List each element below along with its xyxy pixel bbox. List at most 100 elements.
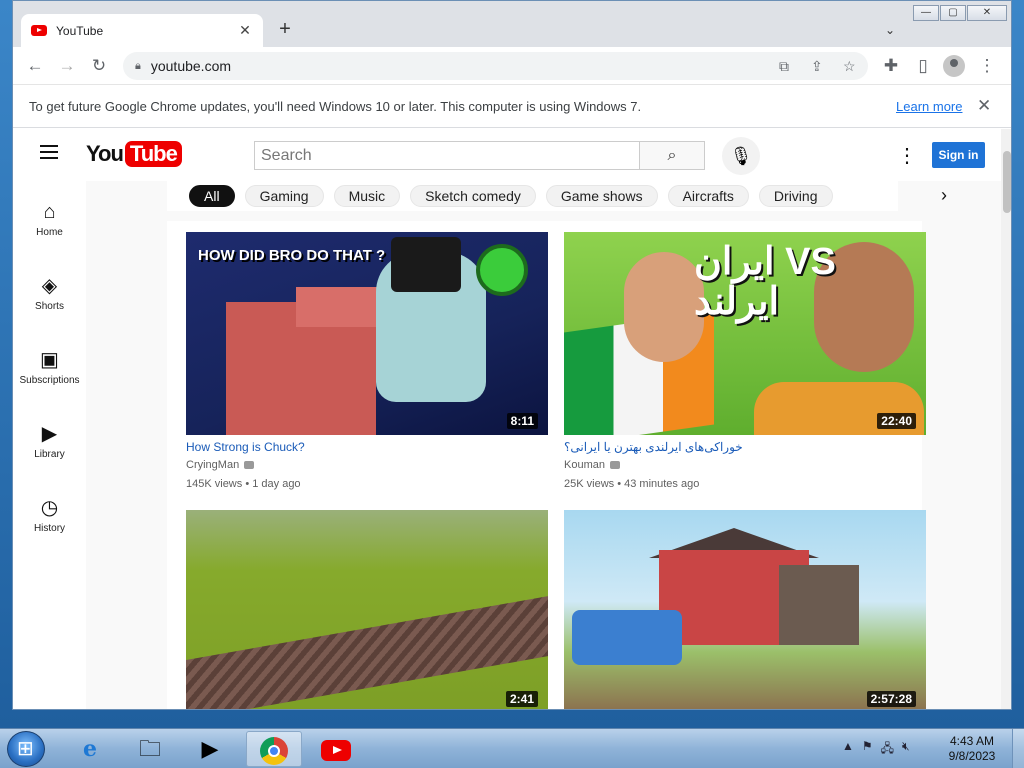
chip-all[interactable]: All	[189, 185, 235, 207]
thumbnail-overlay-text: ایران VS ایرلند	[694, 241, 836, 323]
tab-search-chevron-icon[interactable]: ⌄	[885, 23, 895, 37]
system-tray: ▲ ⚑ 🖧︎ 🔇︎	[842, 739, 918, 760]
video-title[interactable]: How Strong is Chuck?	[186, 440, 548, 454]
show-hidden-icons-chevron-icon[interactable]: ▲	[842, 739, 854, 760]
search-icon: ⌕	[667, 147, 677, 164]
sidebar-item-shorts[interactable]: ◈ Shorts	[13, 255, 86, 327]
hamburger-menu-icon[interactable]	[40, 145, 58, 159]
chip-music[interactable]: Music	[333, 185, 401, 207]
chrome-taskbar-icon[interactable]	[246, 731, 302, 767]
learn-more-link[interactable]: Learn more	[896, 99, 962, 114]
network-icon[interactable]: 🖧︎	[881, 739, 894, 760]
action-center-flag-icon[interactable]: ⚑	[862, 739, 873, 760]
infobar-close-icon[interactable]: ✕	[977, 96, 991, 116]
forward-arrow-icon[interactable]: →	[55, 54, 79, 78]
file-explorer-icon[interactable]: 🗀︎	[122, 731, 178, 767]
chip-gaming[interactable]: Gaming	[244, 185, 324, 207]
settings-menu-icon[interactable]: ⋮	[897, 143, 917, 168]
window-controls: — ▢ ✕	[912, 5, 1007, 21]
channel-name[interactable]: CryingMan	[186, 459, 239, 471]
update-infobar: To get future Google Chrome updates, you…	[13, 86, 1011, 128]
taskbar-clock[interactable]: 4:43 AM 9/8/2023	[944, 734, 1000, 764]
close-window-button[interactable]: ✕	[967, 5, 1007, 21]
youtube-favicon-icon	[31, 25, 47, 36]
channel-name[interactable]: Kouman	[564, 459, 605, 471]
media-player-icon[interactable]: ▶	[182, 731, 238, 767]
video-thumbnail[interactable]: 2:41	[186, 510, 548, 709]
chrome-window: YouTube ✕ + ⌄ — ▢ ✕ ← → ↻ 🔒︎ youtube.com…	[12, 0, 1012, 710]
microphone-icon: 🎙︎	[729, 146, 753, 166]
video-thumbnail[interactable]: 2:57:28	[564, 510, 926, 709]
youtube-taskbar-icon[interactable]	[308, 731, 364, 767]
start-button[interactable]	[7, 731, 45, 767]
internet-explorer-icon[interactable]: e	[62, 731, 118, 767]
view-count: 145K views	[186, 478, 243, 490]
volume-muted-icon[interactable]: 🔇︎	[902, 739, 910, 760]
page-scrollbar[interactable]	[1001, 129, 1011, 709]
sidebar-item-home[interactable]: ⌂ Home	[13, 181, 86, 253]
video-card[interactable]: 2:57:28	[564, 510, 926, 709]
sidebar-item-label: Shorts	[35, 301, 64, 312]
share-icon[interactable]: ⇪	[811, 52, 823, 80]
extensions-puzzle-icon[interactable]: ✚	[879, 54, 903, 78]
video-grid: HOW DID BRO DO THAT ? 8:11 How Strong is…	[167, 221, 926, 709]
chip-sketch-comedy[interactable]: Sketch comedy	[410, 185, 536, 207]
chip-bar: All Gaming Music Sketch comedy Game show…	[167, 181, 947, 211]
chip-driving[interactable]: Driving	[758, 185, 833, 207]
video-card[interactable]: HOW DID BRO DO THAT ? 8:11 How Strong is…	[186, 232, 548, 490]
video-duration: 8:11	[506, 413, 538, 429]
video-thumbnail[interactable]: ایران VS ایرلند 22:40	[564, 232, 926, 435]
logo-tube-text: Tube	[124, 141, 182, 167]
upload-age: 1 day ago	[252, 478, 301, 490]
shorts-icon: ◈	[41, 275, 58, 297]
chrome-menu-icon[interactable]: ⋮	[975, 54, 999, 78]
search-input[interactable]	[254, 141, 640, 170]
side-panel-icon[interactable]: ▯	[911, 54, 935, 78]
sidebar-item-history[interactable]: ◷ History	[13, 477, 86, 549]
chip-aircrafts[interactable]: Aircrafts	[667, 185, 749, 207]
sidebar-item-label: History	[33, 523, 66, 534]
youtube-masthead: You Tube ⌕ 🎙︎ ⋮ Sign in	[13, 129, 1001, 181]
youtube-logo[interactable]: You Tube	[86, 141, 182, 167]
logo-you-text: You	[86, 141, 124, 166]
maximize-button[interactable]: ▢	[940, 5, 966, 21]
profile-avatar[interactable]	[943, 55, 965, 77]
address-bar[interactable]: 🔒︎ youtube.com ⧉ ⇪ ☆	[123, 52, 868, 80]
minimize-button[interactable]: —	[913, 5, 939, 21]
show-desktop-button[interactable]	[1012, 729, 1024, 768]
tab-close-icon[interactable]: ✕	[237, 22, 253, 39]
verified-check-icon	[244, 461, 255, 470]
browser-toolbar: ← → ↻ 🔒︎ youtube.com ⧉ ⇪ ☆ ✚ ▯ ⋮	[13, 47, 1011, 85]
back-arrow-icon[interactable]: ←	[23, 54, 47, 78]
infobar-message: To get future Google Chrome updates, you…	[29, 99, 642, 114]
video-card[interactable]: 2:41	[186, 510, 548, 709]
upload-age: 43 minutes ago	[624, 478, 700, 490]
sidebar-item-subscriptions[interactable]: ▣ Subscriptions	[13, 329, 86, 401]
search-button[interactable]: ⌕	[639, 141, 705, 170]
youtube-sidebar: ⌂ Home ◈ Shorts ▣ Subscriptions ▶ Librar…	[13, 181, 86, 709]
bookmark-star-icon[interactable]: ☆	[843, 52, 856, 80]
subscriptions-icon: ▣	[40, 349, 59, 371]
reload-icon[interactable]: ↻	[87, 54, 111, 78]
chip-game-shows[interactable]: Game shows	[545, 185, 658, 207]
video-card[interactable]: ایران VS ایرلند 22:40 خوراکی‌های ایرلندی…	[564, 232, 926, 490]
taskbar: e 🗀︎ ▶ ▲ ⚑ 🖧︎ 🔇︎ 4:43 AM 9/8/2023	[0, 728, 1024, 768]
new-tab-button[interactable]: +	[275, 18, 295, 40]
video-title[interactable]: خوراکی‌های ایرلندی بهترن یا ایرانی؟	[564, 440, 926, 454]
tab-youtube[interactable]: YouTube ✕	[21, 14, 263, 47]
history-icon: ◷	[40, 497, 59, 519]
open-in-app-icon[interactable]: ⧉	[779, 52, 789, 80]
youtube-page: You Tube ⌕ 🎙︎ ⋮ Sign in ⌂ Home ◈ Shorts …	[13, 129, 1001, 709]
voice-search-button[interactable]: 🎙︎	[722, 137, 760, 175]
sign-in-button[interactable]: Sign in	[932, 142, 985, 168]
scrollbar-thumb[interactable]	[1003, 151, 1011, 213]
lock-icon: 🔒︎	[135, 59, 141, 72]
sidebar-item-label: Subscriptions	[19, 375, 80, 386]
tab-strip: YouTube ✕ + ⌄ — ▢ ✕	[13, 1, 1011, 47]
view-count: 25K views	[564, 478, 615, 490]
video-duration: 22:40	[877, 413, 916, 429]
sidebar-item-library[interactable]: ▶ Library	[13, 403, 86, 475]
chevron-right-icon[interactable]: ›	[941, 185, 947, 206]
video-thumbnail[interactable]: HOW DID BRO DO THAT ? 8:11	[186, 232, 548, 435]
tab-title: YouTube	[56, 23, 104, 38]
